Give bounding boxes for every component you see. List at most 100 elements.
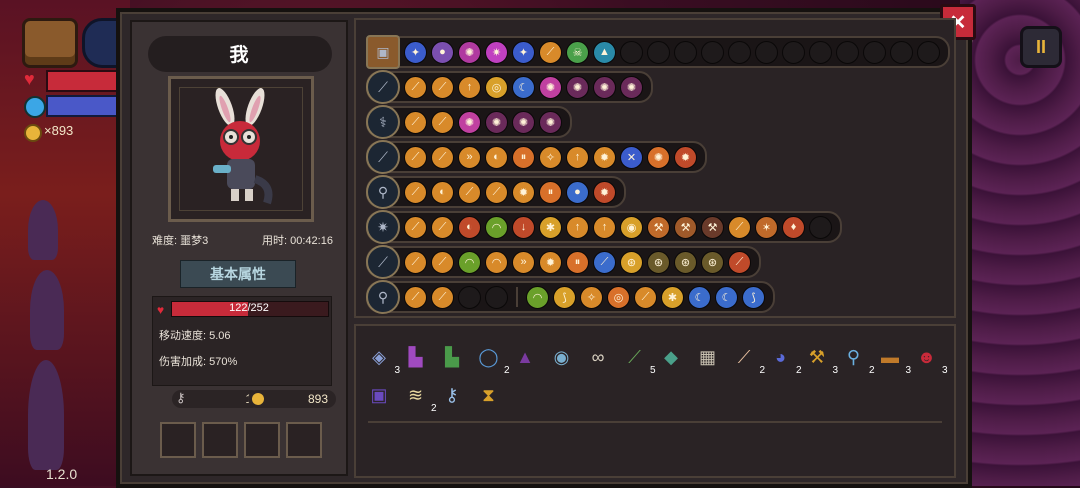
ring-icon[interactable]: ◯ 2 [476, 344, 509, 377]
arc-green-icon[interactable]: ◠ [485, 215, 508, 239]
wand-icon[interactable]: ⚲ [366, 175, 400, 209]
arrow-up-icon[interactable]: ↑ [566, 215, 589, 239]
drop-icon[interactable]: ↓ [512, 215, 535, 239]
star-icon[interactable]: ✷ [485, 40, 508, 64]
hammer-icon[interactable]: ⚒ 3 [804, 344, 838, 377]
demon-mask-icon[interactable]: ☻ 3 [914, 344, 947, 377]
arrow-up-icon[interactable]: ↑ [593, 215, 616, 239]
sun-icon[interactable]: ✹ [539, 250, 562, 274]
splash-dim-icon[interactable]: ✺ [566, 75, 589, 99]
arrow-up-icon[interactable]: ↑ [458, 75, 481, 99]
hammer-dim-icon[interactable]: ⚒ [701, 215, 724, 239]
claw-icon[interactable]: ⟋ [728, 215, 751, 239]
moon-blue-icon[interactable]: ☾ [715, 285, 738, 309]
rod-icon[interactable]: ⚲ [366, 280, 400, 314]
arc-green-icon[interactable]: ◠ [526, 285, 549, 309]
hourglass-icon[interactable]: ⧗ [476, 382, 502, 408]
trident-icon[interactable]: ✧ [539, 145, 562, 169]
spirit-icon[interactable]: ✦ [512, 40, 535, 64]
swirl-red-icon[interactable]: ◐ [458, 215, 481, 239]
scepter-icon[interactable]: ✷ [366, 210, 400, 244]
pause-icon[interactable]: ⏸ [512, 145, 535, 169]
treasure-chest-icon[interactable]: ▣ [366, 35, 400, 69]
hammer-icon[interactable]: ⚒ [647, 215, 670, 239]
gear-icon[interactable]: ✱ [661, 285, 684, 309]
splash-icon[interactable]: ✺ [539, 75, 562, 99]
inventory-slot[interactable] [244, 422, 280, 458]
eye-icon[interactable]: ◉ [620, 215, 643, 239]
arc-icon[interactable]: ◠ [458, 250, 481, 274]
moon-blue-icon[interactable]: ☾ [688, 285, 711, 309]
wing-blue-icon[interactable]: ⟆ [742, 285, 765, 309]
splash-dim-icon[interactable]: ✺ [485, 110, 508, 134]
hook-icon[interactable]: ⟆ [553, 285, 576, 309]
claw-buff-icon[interactable]: ⟋ [404, 145, 427, 169]
fire-icon[interactable]: ✹ [593, 180, 616, 204]
swirl-icon[interactable]: ◐ [431, 180, 454, 204]
signal-dim-icon[interactable]: ⊛ [647, 250, 670, 274]
gear-icon[interactable]: ✱ [539, 215, 562, 239]
spear-icon[interactable]: ⟋ [366, 245, 400, 279]
barrel-icon[interactable]: ▬ 3 [877, 344, 911, 377]
splash-dim-icon[interactable]: ✺ [512, 110, 535, 134]
spin-icon[interactable]: ◐ [485, 145, 508, 169]
key-icon[interactable]: ⚷ [439, 382, 465, 408]
star-claw-icon[interactable]: ✶ [755, 215, 778, 239]
pause-icon[interactable]: ⏸ [539, 180, 562, 204]
signal-icon[interactable]: ⊛ [620, 250, 643, 274]
skull-icon[interactable]: ☠ [566, 40, 589, 64]
teeth-icon[interactable]: ≋ 2 [403, 382, 437, 415]
claw-up-icon[interactable]: ⟋ [431, 75, 454, 99]
orb-blue-icon[interactable]: ● [566, 180, 589, 204]
teal-wave-icon[interactable]: ▲ [593, 40, 616, 64]
signal-dim-icon[interactable]: ⊛ [674, 250, 697, 274]
slash-blue-icon[interactable]: ⟋ [593, 250, 616, 274]
claw-up-icon[interactable]: ⟋ [431, 110, 454, 134]
target-icon[interactable]: ◎ [607, 285, 630, 309]
fire-icon[interactable]: ✹ [674, 145, 697, 169]
claw-up-icon[interactable]: ⟋ [431, 250, 454, 274]
target-icon[interactable]: ◎ [485, 75, 508, 99]
inventory-slot[interactable] [202, 422, 238, 458]
butterfly-icon[interactable]: ✦ [404, 40, 427, 64]
staff-icon[interactable]: ⚕ [366, 105, 400, 139]
pickaxe-icon[interactable]: ⟋ 5 [622, 344, 655, 377]
claw-buff-icon[interactable]: ⟋ [404, 75, 427, 99]
sun-icon[interactable]: ✹ [512, 180, 535, 204]
claw-up-icon[interactable]: ⟋ [431, 145, 454, 169]
armor-icon[interactable]: ▦ [695, 344, 721, 370]
vortex-icon[interactable]: ✺ [458, 40, 481, 64]
green-boot-icon[interactable]: ▙ [439, 344, 465, 370]
claw-buff-icon[interactable]: ⟋ [404, 110, 427, 134]
book-icon[interactable]: ▣ [366, 382, 392, 408]
signal-dim-icon[interactable]: ⊛ [701, 250, 724, 274]
claw-up-icon[interactable]: ⟋ [431, 215, 454, 239]
cloak-icon[interactable]: ▲ [512, 344, 538, 370]
moon-icon[interactable]: ☾ [512, 75, 535, 99]
splash-dim-icon[interactable]: ✺ [539, 110, 562, 134]
trident-icon[interactable]: ✧ [580, 285, 603, 309]
cross-blue-icon[interactable]: ✕ [620, 145, 643, 169]
hammer-icon[interactable]: ⚒ [674, 215, 697, 239]
sword-icon[interactable]: ⟋ [366, 70, 400, 104]
splash-icon[interactable]: ✺ [458, 110, 481, 134]
leaf-icon[interactable]: ♦ [782, 215, 805, 239]
boot-icon[interactable]: ▙ [403, 344, 429, 370]
claw-icon[interactable]: ⟋ [539, 40, 562, 64]
inventory-slot[interactable] [286, 422, 322, 458]
claw-buff-icon[interactable]: ⟋ [404, 250, 427, 274]
claw-buff-icon[interactable]: ⟋ [404, 180, 427, 204]
claw-icon[interactable]: ⟋ [634, 285, 657, 309]
chevrons-icon[interactable]: » [512, 250, 535, 274]
blade-icon[interactable]: ⟋ [366, 140, 400, 174]
compass-icon[interactable]: ◉ [549, 344, 575, 370]
pause-button[interactable]: II [1020, 26, 1062, 68]
orb-icon[interactable]: ● [431, 40, 454, 64]
splash-dim-icon[interactable]: ✺ [593, 75, 616, 99]
gem-icon[interactable]: ◆ [658, 344, 684, 370]
chevrons-icon[interactable]: » [458, 145, 481, 169]
claw-icon[interactable]: ⟋ [485, 180, 508, 204]
burst-icon[interactable]: ✺ [647, 145, 670, 169]
claw-buff-icon[interactable]: ⟋ [404, 285, 427, 309]
sun-icon[interactable]: ✹ [593, 145, 616, 169]
